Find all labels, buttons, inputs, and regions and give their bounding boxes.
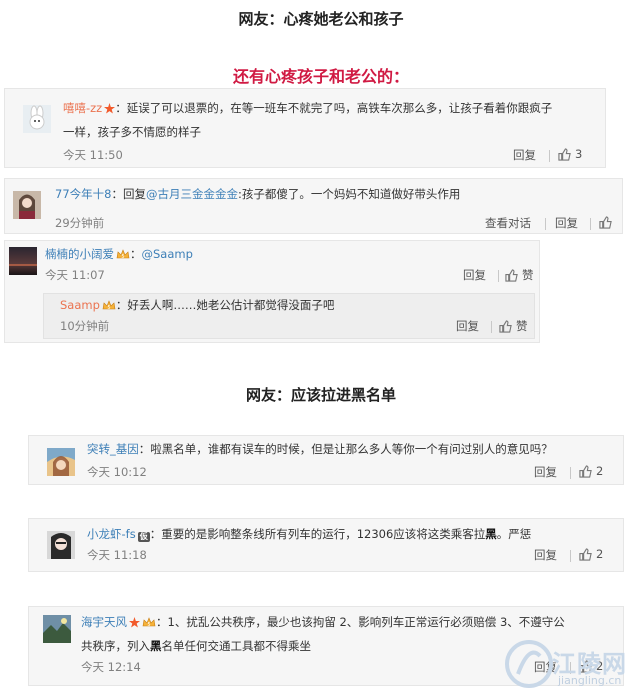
vip-crown-icon: 5 (116, 245, 130, 267)
comment-text: 。严惩 (496, 527, 532, 541)
watermark-url: jiangling.cn (558, 674, 622, 687)
avatar[interactable] (9, 247, 37, 275)
thumb-up-icon (579, 465, 592, 481)
username-link[interactable]: Saamp (60, 298, 100, 312)
verified-v-icon: 仮 (137, 532, 150, 542)
avatar[interactable] (23, 105, 51, 133)
thumb-up-icon (599, 216, 612, 232)
comment-text: 名单任何交通工具都不得乘坐 (161, 639, 312, 653)
star-badge-icon (129, 613, 140, 635)
comment-card: 楠楠的小阔爱 5 ：@Saamp 今天 11:07 回复 赞 Saamp 5 ：好丢人啊… (4, 240, 540, 343)
like-button[interactable]: 赞 (499, 318, 528, 336)
reply-button[interactable]: 回复 (534, 464, 557, 480)
comment-time: 今天 11:50 (63, 148, 123, 162)
section-heading-3: 网友：应该拉进黑名单 (245, 386, 396, 404)
comment-card: 77今年十8：回复@古月三金金金金:孩子都傻了。一个妈妈不知道做好带头作用 29… (4, 178, 623, 234)
mention-link[interactable]: @Saamp (142, 247, 193, 261)
avatar[interactable] (47, 448, 75, 476)
reply-body: Saamp 5 ：好丢人啊……她老公估计都觉得没面子吧 (60, 294, 520, 318)
section-heading-1: 网友：心疼她老公和孩子 (238, 10, 404, 28)
avatar[interactable] (13, 191, 41, 219)
username-link[interactable]: 楠楠的小阔爱 (45, 247, 114, 261)
comment-time: 今天 11:18 (87, 548, 147, 562)
svg-text:5: 5 (121, 254, 124, 260)
comment-card: 小龙虾-fs 仮：重要的是影响整条线所有列车的运行，12306应该将这类乘客拉黑。… (28, 518, 624, 572)
thumb-up-icon (499, 320, 512, 336)
like-button[interactable]: 3 (558, 147, 582, 164)
divider (570, 467, 571, 479)
comment-text: ：啦 (138, 442, 162, 456)
username-link[interactable]: 小龙虾-fs (87, 527, 136, 541)
reply-text: ：好丢人啊……她老公估计都觉得没面子吧 (115, 298, 335, 312)
comment-text: 共秩序，列入 (81, 639, 150, 653)
username-link[interactable]: 海宇天风 (81, 615, 127, 629)
vip-crown-icon: 5 (102, 296, 116, 318)
reply-time: 10分钟前 (60, 319, 110, 333)
like-count: 3 (575, 147, 583, 161)
comment-time: 今天 12:14 (81, 660, 141, 674)
reply-button[interactable]: 回复 (456, 318, 479, 334)
comment-card: 嘻嘻-zz ：延误了可以退票的，在等一班车不就完了吗，高铁车次那么多，让孩子看着你… (4, 88, 606, 168)
divider (491, 321, 492, 333)
thumb-up-icon (558, 148, 571, 164)
reply-button[interactable]: 回复 (534, 547, 557, 563)
divider (498, 270, 499, 282)
comment-text-highlight: 黑 (150, 639, 162, 653)
avatar[interactable] (43, 615, 71, 643)
watermark-logo-icon (505, 640, 553, 688)
divider (590, 218, 591, 230)
username-link[interactable]: 突转_基因 (87, 442, 139, 456)
comment-text: ：回复 (111, 187, 146, 201)
svg-text:5: 5 (107, 305, 110, 311)
comment-text: :孩子都傻了。一个妈妈不知道做好带头作用 (237, 187, 461, 201)
comment-body: 嘻嘻-zz ：延误了可以退票的，在等一班车不就完了吗，高铁车次那么多，让孩子看着你… (63, 97, 593, 143)
like-button[interactable] (599, 215, 616, 232)
reply-button[interactable]: 回复 (513, 147, 536, 163)
comment-time: 29分钟前 (55, 216, 105, 230)
comment-text: 一样，孩子多不情愿的样子 (63, 125, 201, 139)
comment-text: ：延误了可以退票的，在等一班车不就完了吗，高铁车次那么多，让孩子看着你跟疯子 (115, 101, 553, 115)
comment-body: 突转_基因：啦黑名单，谁都有误车的时候，但是让那么多人等你一个有问过别人的意见吗… (87, 438, 617, 460)
mention-link[interactable]: @古月三金金金金 (146, 187, 238, 201)
vip-crown-icon: 5 (142, 613, 156, 635)
thumb-up-icon (505, 269, 518, 285)
comment-time: 今天 10:12 (87, 465, 147, 479)
like-label: 赞 (522, 268, 534, 282)
like-label: 赞 (516, 319, 528, 333)
like-count: 2 (596, 464, 604, 478)
comment-text: ： (130, 247, 142, 261)
reply-button[interactable]: 回复 (463, 267, 486, 283)
like-button[interactable]: 2 (579, 547, 603, 564)
divider (545, 218, 546, 230)
divider (549, 150, 550, 162)
comment-text-highlight: 黑 (485, 527, 497, 541)
view-thread-button[interactable]: 查看对话 (485, 215, 531, 231)
site-watermark: 江陵网 jiangling.cn (504, 634, 634, 694)
comment-body: 小龙虾-fs 仮：重要的是影响整条线所有列车的运行，12306应该将这类乘客拉黑。… (87, 523, 617, 545)
reply-button[interactable]: 回复 (555, 215, 578, 231)
comment-text-highlight: 黑 (161, 442, 174, 456)
like-button[interactable]: 2 (579, 464, 603, 481)
comment-text: ：1、扰乱公共秩序，最少也该拘留 2、影响列车正常运行必须赔偿 3、不遵守公 (156, 615, 565, 629)
comment-body: 楠楠的小阔爱 5 ：@Saamp (45, 243, 525, 267)
thumb-up-icon (579, 548, 592, 564)
username-link[interactable]: 嘻嘻-zz (63, 101, 102, 115)
nested-reply: Saamp 5 ：好丢人啊……她老公估计都觉得没面子吧 10分钟前 回复 赞 (43, 293, 535, 339)
comment-text: ：重要的是影响整条线所有列车的运行，12306应该将这类乘客拉 (149, 527, 486, 541)
svg-text:5: 5 (147, 622, 150, 628)
like-button[interactable]: 赞 (505, 267, 534, 285)
comment-card: 突转_基因：啦黑名单，谁都有误车的时候，但是让那么多人等你一个有问过别人的意见吗… (28, 435, 624, 485)
comment-time: 今天 11:07 (45, 268, 105, 282)
avatar[interactable] (47, 531, 75, 559)
comment-text: 名单，谁都有误车的时候，但是让那么多人等你一个有问过别人的意见吗？ (173, 442, 553, 456)
like-count: 2 (596, 547, 604, 561)
comment-body: 77今年十8：回复@古月三金金金金:孩子都傻了。一个妈妈不知道做好带头作用 (55, 183, 615, 205)
section-heading-2: 还有心疼孩子和老公的： (232, 67, 409, 86)
star-badge-icon (104, 99, 116, 121)
divider (570, 550, 571, 562)
username-link[interactable]: 77今年十8 (55, 187, 111, 201)
